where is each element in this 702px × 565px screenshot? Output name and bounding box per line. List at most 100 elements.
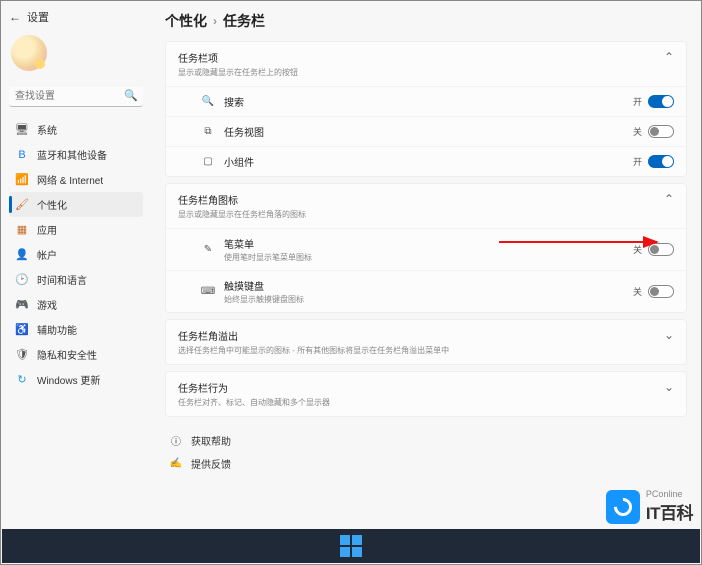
- chevron-up-icon: ⌃: [664, 50, 674, 64]
- help-icon: ⓘ: [169, 433, 183, 448]
- nav-item-label: Windows 更新: [37, 372, 100, 387]
- nav-item-icon: 🖌: [15, 198, 29, 212]
- watermark-line1: PConline: [646, 489, 693, 499]
- chevron-down-icon: ⌄: [664, 328, 674, 342]
- sidebar-item[interactable]: 🕑时间和语言: [9, 267, 143, 292]
- row-label: 任务视图: [224, 124, 633, 139]
- card-title: 任务栏角溢出: [178, 328, 449, 343]
- card-subtitle: 选择任务栏角中可能显示的图标 - 所有其他图标将显示在任务栏角溢出菜单中: [178, 345, 449, 356]
- corner-icons-card: 任务栏角图标 显示或隐藏显示在任务栏角落的图标 ⌃ ✎ 笔菜单使用笔时显示笔菜单图…: [165, 183, 687, 313]
- search-icon: 🔍: [124, 89, 138, 102]
- toggle-state-label: 关: [633, 285, 642, 298]
- toggle-switch[interactable]: [648, 155, 674, 168]
- toggle-switch[interactable]: [648, 125, 674, 138]
- sidebar-item[interactable]: ♿ 辅助功能: [9, 317, 143, 342]
- setting-row: ✎ 笔菜单使用笔时显示笔菜单图标关: [166, 228, 686, 270]
- main-content: 个性化 › 任务栏 任务栏项 显示或隐藏显示在任务栏上的按钮 ⌃ 🔍搜索开⧉任务…: [149, 1, 701, 511]
- start-button-icon[interactable]: [340, 535, 362, 557]
- setting-row: ⌨ 触摸键盘始终显示触摸键盘图标关: [166, 270, 686, 312]
- card-title: 任务栏项: [178, 50, 298, 65]
- get-help-link[interactable]: ⓘ 获取帮助: [169, 429, 687, 452]
- nav-item-icon: ▦: [15, 223, 29, 237]
- nav-item-icon: 📶: [15, 173, 29, 187]
- app-title: 设置: [27, 9, 49, 25]
- row-label: 搜索: [224, 94, 633, 109]
- nav-item-icon: B: [15, 148, 29, 162]
- row-icon: ✎: [200, 244, 216, 255]
- card-header[interactable]: 任务栏项 显示或隐藏显示在任务栏上的按钮 ⌃: [166, 42, 686, 86]
- nav-item-label: 个性化: [37, 197, 67, 212]
- nav-item-icon: 🖥: [15, 123, 29, 137]
- toggle-state-label: 关: [633, 125, 642, 138]
- card-subtitle: 显示或隐藏显示在任务栏上的按钮: [178, 67, 298, 78]
- row-subtitle: 始终显示触摸键盘图标: [224, 294, 633, 305]
- card-subtitle: 任务栏对齐、标记、自动隐藏和多个显示器: [178, 397, 330, 408]
- watermark-line2: IT百科: [646, 499, 693, 524]
- sidebar-item[interactable]: 🖥 系统: [9, 117, 143, 142]
- nav-item-label: 时间和语言: [37, 272, 87, 287]
- sidebar-item[interactable]: ↻ Windows 更新: [9, 367, 143, 392]
- search-container: 🔍: [9, 86, 143, 107]
- breadcrumb-parent[interactable]: 个性化: [165, 11, 207, 31]
- nav-item-icon: ↻: [15, 373, 29, 387]
- card-title: 任务栏角图标: [178, 192, 306, 207]
- overflow-card[interactable]: 任务栏角溢出 选择任务栏角中可能显示的图标 - 所有其他图标将显示在任务栏角溢出…: [165, 319, 687, 365]
- chevron-right-icon: ›: [213, 14, 217, 28]
- nav-item-icon: 🛡: [15, 348, 29, 362]
- nav-item-label: 辅助功能: [37, 322, 77, 337]
- setting-row: 🔍 搜索开: [166, 86, 686, 116]
- toggle-state-label: 开: [633, 155, 642, 168]
- user-avatar[interactable]: [11, 35, 47, 71]
- behavior-card[interactable]: 任务栏行为 任务栏对齐、标记、自动隐藏和多个显示器 ⌄: [165, 371, 687, 417]
- row-subtitle: 使用笔时显示笔菜单图标: [224, 252, 633, 263]
- nav-item-label: 蓝牙和其他设备: [37, 147, 107, 162]
- back-header[interactable]: ← 设置: [9, 9, 143, 25]
- taskbar-items-card: 任务栏项 显示或隐藏显示在任务栏上的按钮 ⌃ 🔍搜索开⧉任务视图关▢小组件开: [165, 41, 687, 177]
- chevron-up-icon: ⌃: [664, 192, 674, 206]
- nav-list: 🖥 系统 B 蓝牙和其他设备 📶 网络 & Internet 🖌 个性化 ▦ 应用 👤 帐户 🕑时间和语…: [9, 117, 143, 392]
- toggle-switch[interactable]: [648, 243, 674, 256]
- nav-item-label: 系统: [37, 122, 57, 137]
- nav-item-label: 隐私和安全性: [37, 347, 97, 362]
- sidebar-item[interactable]: B 蓝牙和其他设备: [9, 142, 143, 167]
- footer-links: ⓘ 获取帮助 ✍ 提供反馈: [165, 423, 687, 475]
- sidebar-item[interactable]: 🎮游戏: [9, 292, 143, 317]
- toggle-switch[interactable]: [648, 285, 674, 298]
- row-icon: ⧉: [200, 126, 216, 137]
- sidebar-item[interactable]: 🛡 隐私和安全性: [9, 342, 143, 367]
- row-label: 触摸键盘: [224, 278, 633, 293]
- back-arrow-icon: ←: [9, 10, 21, 24]
- nav-item-label: 游戏: [37, 297, 57, 312]
- nav-item-icon: ♿: [15, 323, 29, 337]
- watermark: PConline IT百科: [606, 489, 693, 524]
- toggle-state-label: 开: [633, 95, 642, 108]
- toggle-switch[interactable]: [648, 95, 674, 108]
- taskbar[interactable]: [2, 529, 700, 563]
- nav-item-label: 网络 & Internet: [37, 172, 103, 187]
- row-icon: ▢: [200, 156, 216, 167]
- nav-item-label: 帐户: [37, 247, 57, 262]
- search-input[interactable]: [9, 87, 143, 107]
- feedback-icon: ✍: [169, 458, 183, 469]
- nav-item-label: 应用: [37, 222, 57, 237]
- toggle-state-label: 关: [633, 243, 642, 256]
- sidebar-item[interactable]: 👤 帐户: [9, 242, 143, 267]
- nav-item-icon: 👤: [15, 248, 29, 262]
- sidebar-item[interactable]: 📶 网络 & Internet: [9, 167, 143, 192]
- sidebar: ← 设置 🔍 🖥 系统 B 蓝牙和其他设备 📶 网络 & Internet 🖌 个性化 ▦ 应用 👤…: [1, 1, 149, 511]
- sidebar-item[interactable]: 🖌 个性化: [9, 192, 143, 217]
- setting-row: ▢小组件开: [166, 146, 686, 176]
- row-label: 笔菜单: [224, 236, 633, 251]
- feedback-link[interactable]: ✍ 提供反馈: [169, 452, 687, 475]
- card-title: 任务栏行为: [178, 380, 330, 395]
- row-icon: 🔍: [200, 96, 216, 107]
- watermark-logo-icon: [606, 490, 640, 524]
- sidebar-item[interactable]: ▦ 应用: [9, 217, 143, 242]
- card-header[interactable]: 任务栏角图标 显示或隐藏显示在任务栏角落的图标 ⌃: [166, 184, 686, 228]
- chevron-down-icon: ⌄: [664, 380, 674, 394]
- row-icon: ⌨: [200, 286, 216, 297]
- card-subtitle: 显示或隐藏显示在任务栏角落的图标: [178, 209, 306, 220]
- breadcrumb-current: 任务栏: [223, 11, 265, 31]
- breadcrumb: 个性化 › 任务栏: [165, 11, 687, 31]
- setting-row: ⧉ 任务视图关: [166, 116, 686, 146]
